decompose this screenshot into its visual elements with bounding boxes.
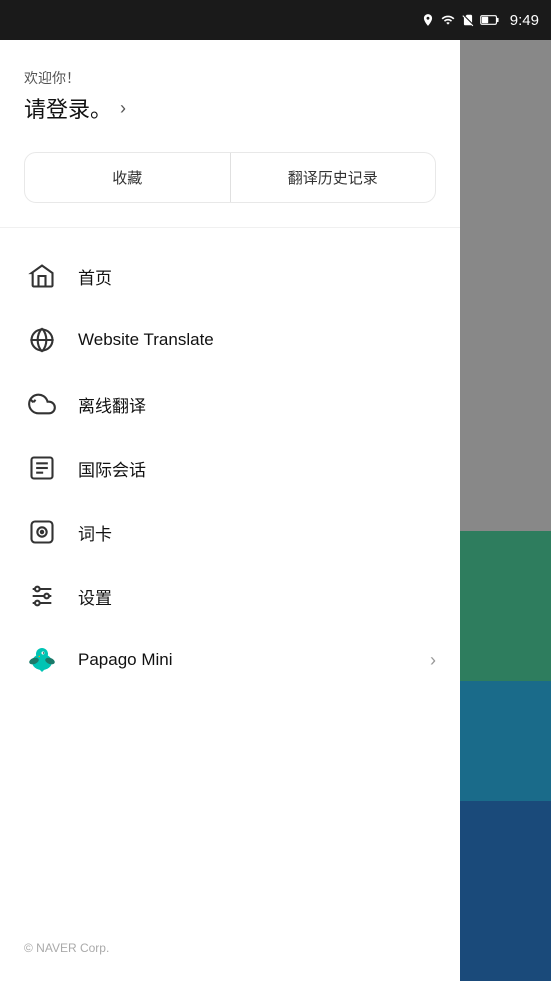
menu-item-settings[interactable]: 设置 (0, 564, 460, 628)
papago-mini-chevron-icon: › (430, 650, 436, 671)
welcome-text: 欢迎你！ (24, 68, 436, 88)
home-label: 首页 (78, 264, 436, 289)
location-icon (421, 13, 435, 27)
website-translate-label: Website Translate (78, 330, 436, 350)
login-text: 请登录。 (24, 92, 112, 124)
status-bar: 9:49 (0, 0, 551, 40)
battery-icon (480, 13, 500, 27)
menu-item-website-translate[interactable]: Website Translate (0, 308, 460, 372)
divider (0, 227, 460, 228)
settings-icon (24, 578, 60, 614)
papago-mini-label: Papago Mini (78, 650, 412, 670)
login-chevron-icon: › (120, 98, 126, 119)
overlay-green (460, 531, 551, 681)
menu-item-papago-mini[interactable]: Papago Mini › (0, 628, 460, 692)
flashcard-label: 词卡 (78, 520, 436, 545)
menu-item-offline-translate[interactable]: 离线翻译 (0, 372, 460, 436)
user-section: 欢迎你！ 请登录。 › (0, 40, 460, 144)
footer: © NAVER Corp. (0, 923, 460, 981)
text-icon (24, 450, 60, 486)
wifi-icon (440, 13, 456, 27)
drawer-panel: 欢迎你！ 请登录。 › 收藏 翻译历史记录 首页 (0, 40, 460, 981)
card-icon (24, 514, 60, 550)
menu-list: 首页 Website Translate 离线翻译 (0, 236, 460, 923)
menu-item-flashcard[interactable]: 词卡 (0, 500, 460, 564)
papago-icon (24, 642, 60, 678)
overlay-gray-top (460, 40, 551, 531)
home-icon (24, 258, 60, 294)
conversation-label: 国际会话 (78, 456, 436, 481)
menu-item-home[interactable]: 首页 (0, 244, 460, 308)
overlay-teal (460, 681, 551, 801)
cloud-icon (24, 386, 60, 422)
globe-icon (24, 322, 60, 358)
status-icons (421, 13, 500, 27)
login-row[interactable]: 请登录。 › (24, 92, 436, 124)
tab-buttons: 收藏 翻译历史记录 (24, 152, 436, 203)
overlay-right (460, 40, 551, 981)
offline-translate-label: 离线翻译 (78, 392, 436, 417)
status-time: 9:49 (510, 12, 539, 29)
settings-label: 设置 (78, 584, 436, 609)
favorites-tab[interactable]: 收藏 (25, 153, 230, 202)
history-tab[interactable]: 翻译历史记录 (230, 153, 436, 202)
no-sim-icon (461, 13, 475, 27)
menu-item-conversation[interactable]: 国际会话 (0, 436, 460, 500)
overlay-navy (460, 801, 551, 981)
copyright-text: © NAVER Corp. (24, 941, 109, 955)
